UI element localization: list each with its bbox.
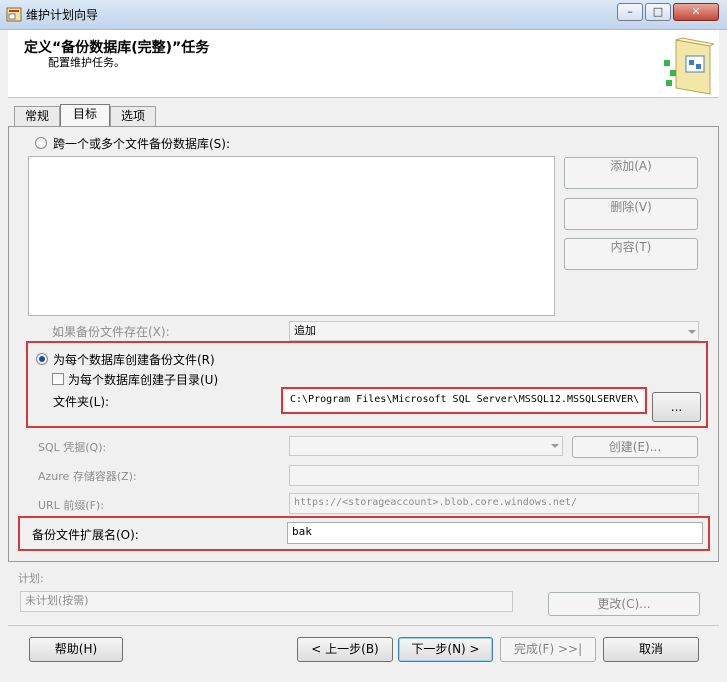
cancel-button[interactable]: 取消 xyxy=(603,637,699,662)
header-subtitle: 配置维护任务。 xyxy=(48,56,125,69)
next-button[interactable]: 下一步(N) > xyxy=(398,637,493,662)
backup-across-files-radio[interactable] xyxy=(35,137,47,149)
tab-general[interactable]: 常规 xyxy=(14,106,60,126)
wizard-illustration-icon xyxy=(662,36,716,96)
schedule-value: 未计划(按需) xyxy=(20,591,513,612)
backup-across-files-label: 跨一个或多个文件备份数据库(S): xyxy=(53,137,231,151)
if-exists-select[interactable]: 追加 xyxy=(289,321,699,341)
chevron-down-icon xyxy=(688,330,696,334)
browse-folder-button[interactable]: ... xyxy=(652,392,701,422)
chevron-down-icon xyxy=(551,444,559,448)
change-schedule-button[interactable]: 更改(C)... xyxy=(548,592,700,616)
folder-input[interactable]: C:\Program Files\Microsoft SQL Server\MS… xyxy=(285,390,643,411)
tab-options[interactable]: 选项 xyxy=(110,106,156,126)
backup-files-list[interactable] xyxy=(28,156,555,316)
sql-credential-select[interactable] xyxy=(289,436,563,456)
per-database-subdir-checkbox[interactable] xyxy=(52,373,64,385)
help-button[interactable]: 帮助(H) xyxy=(29,637,123,662)
url-prefix-input[interactable]: https://<storageaccount>.blob.core.windo… xyxy=(289,493,699,514)
per-database-file-label: 为每个数据库创建备份文件(R) xyxy=(53,353,215,367)
app-icon xyxy=(6,6,22,22)
wizard-header: 定义“备份数据库(完整)”任务 配置维护任务。 xyxy=(8,30,719,98)
per-database-file-radio[interactable] xyxy=(36,353,48,365)
maximize-button[interactable]: □ xyxy=(645,3,671,21)
schedule-label: 计划: xyxy=(18,572,44,585)
sql-credential-label: SQL 凭据(Q): xyxy=(38,441,107,454)
create-credential-button[interactable]: 创建(E)... xyxy=(572,436,698,458)
finish-button[interactable]: 完成(F) >>| xyxy=(500,637,596,662)
if-exists-value: 追加 xyxy=(294,324,316,337)
if-exists-label: 如果备份文件存在(X): xyxy=(52,325,170,339)
folder-label: 文件夹(L): xyxy=(53,395,110,409)
tab-destination[interactable]: 目标 xyxy=(60,104,110,127)
per-database-subdir-label: 为每个数据库创建子目录(U) xyxy=(68,373,219,387)
extension-label: 备份文件扩展名(O): xyxy=(32,528,139,542)
add-button[interactable]: 添加(A) xyxy=(564,157,698,189)
close-button[interactable]: ✕ xyxy=(673,3,719,21)
contents-button[interactable]: 内容(T) xyxy=(564,238,698,270)
minimize-button[interactable]: – xyxy=(617,3,643,21)
azure-container-input[interactable] xyxy=(289,465,699,486)
azure-container-label: Azure 存储容器(Z): xyxy=(38,470,137,483)
remove-button[interactable]: 删除(V) xyxy=(564,198,698,230)
footer-divider xyxy=(8,625,719,626)
window-title: 维护计划向导 xyxy=(26,8,99,22)
back-button[interactable]: < 上一步(B) xyxy=(297,637,393,662)
url-prefix-label: URL 前缀(F): xyxy=(38,499,104,512)
extension-input[interactable]: bak xyxy=(287,522,703,544)
